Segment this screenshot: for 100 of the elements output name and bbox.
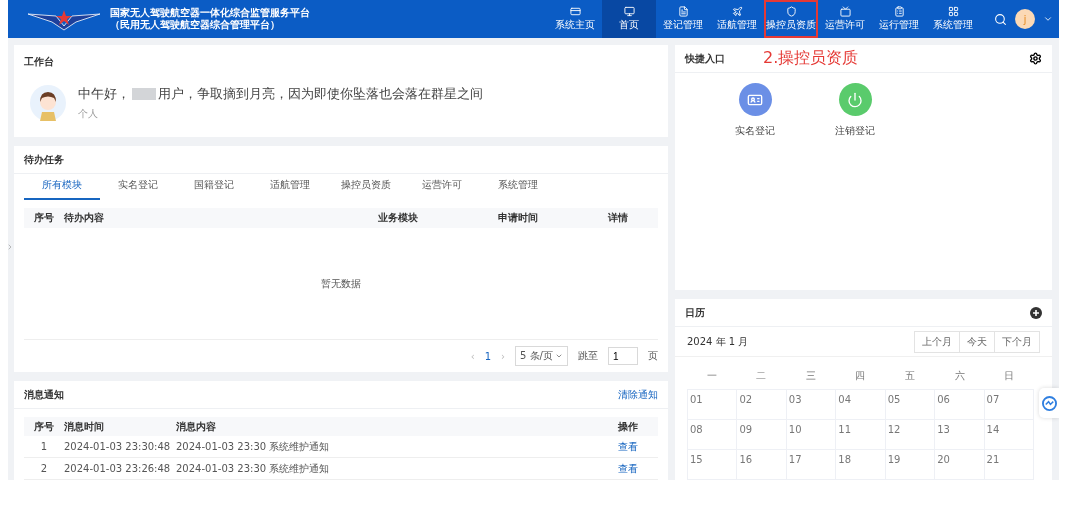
nav-icon <box>677 6 689 17</box>
calendar-day[interactable]: 04 <box>836 390 886 420</box>
redacted-name <box>132 88 156 100</box>
card-title: 日历 <box>685 305 705 320</box>
module-tab[interactable]: 所有模块 <box>24 174 100 200</box>
column-header: 序号 <box>33 419 55 434</box>
assistant-icon <box>1041 395 1057 411</box>
table-cell-text: 2024-01-03 23:26:48 <box>64 463 172 475</box>
shortcut-label[interactable]: 注销登记 <box>835 124 875 138</box>
column-header: 详情 <box>607 211 629 225</box>
calendar-day[interactable]: 15 <box>688 450 738 480</box>
nav-item[interactable]: 系统主页 <box>548 0 602 38</box>
empty-message: 暂无数据 <box>321 276 361 291</box>
view-link[interactable]: 查看 <box>618 440 638 452</box>
avatar-figure <box>30 85 66 121</box>
search-icon[interactable] <box>994 12 1007 26</box>
calendar-day[interactable]: 18 <box>836 450 886 480</box>
column-header: 操作 <box>617 419 639 434</box>
shortcut-icon[interactable] <box>738 83 772 116</box>
caret-icon[interactable] <box>1043 14 1053 24</box>
calendar-day[interactable]: 16 <box>737 450 787 480</box>
calendar-day[interactable]: 17 <box>786 450 837 480</box>
nav-icon <box>947 6 959 17</box>
calendar-day[interactable]: 03 <box>786 390 837 420</box>
weekday-label: 四 <box>854 369 867 383</box>
month-button[interactable]: 下个月 <box>994 330 1040 353</box>
view-link[interactable]: 查看 <box>618 462 638 474</box>
module-tab[interactable]: 操控员资质 <box>328 174 404 200</box>
module-tab[interactable]: 系统管理 <box>480 174 556 200</box>
nav-icon <box>785 6 797 17</box>
nav-icon <box>893 6 905 17</box>
nav-icon <box>731 6 743 17</box>
module-tab[interactable]: 适航管理 <box>252 174 328 200</box>
assistant-button[interactable] <box>1039 388 1059 418</box>
jump-label: 跳至 <box>578 349 598 363</box>
table-cell-text: 2 <box>39 463 49 475</box>
nav-item[interactable]: 适航管理 <box>710 0 764 38</box>
calendar-day[interactable]: 10 <box>786 420 837 450</box>
shortcut-icon[interactable] <box>838 83 872 116</box>
page-number[interactable]: 1 <box>484 350 492 362</box>
page-unit: 页 <box>648 349 658 363</box>
nav-item[interactable]: 运行管理 <box>872 0 926 38</box>
column-header: 待办内容 <box>64 211 105 225</box>
nav-item[interactable]: 运营许可 <box>818 0 872 38</box>
calendar-day[interactable]: 14 <box>984 420 1034 450</box>
shortcut-label[interactable]: 实名登记 <box>735 124 775 138</box>
calendar-day[interactable]: 06 <box>935 390 985 420</box>
calendar-day[interactable]: 08 <box>688 420 738 450</box>
settings-icon[interactable] <box>1029 52 1042 65</box>
nav-icon <box>623 6 635 17</box>
column-header: 消息内容 <box>176 419 217 434</box>
column-header: 序号 <box>33 211 55 225</box>
expand-handle-icon[interactable] <box>8 243 14 251</box>
table-cell-text: 2024-01-03 23:30 系统维护通知 <box>176 461 331 476</box>
annotation-text: 2.操控员资质 <box>763 48 859 69</box>
page-size-select[interactable]: 5 条/页 <box>515 346 568 366</box>
weekday-label: 六 <box>953 369 966 383</box>
calendar-day[interactable]: 07 <box>984 390 1034 420</box>
jump-input[interactable]: 1 <box>608 347 638 365</box>
month-label: 2024 年 1 月 <box>687 334 749 349</box>
module-tab[interactable]: 运营许可 <box>404 174 480 200</box>
table-cell-text: 1 <box>39 441 49 453</box>
calendar-day[interactable]: 13 <box>935 420 985 450</box>
caret-icon <box>555 352 563 360</box>
calendar-day[interactable]: 05 <box>885 390 936 420</box>
calendar-day[interactable]: 20 <box>935 450 985 480</box>
table-cell-text: 2024-01-03 23:30:48 <box>64 441 172 453</box>
calendar-day[interactable]: 11 <box>836 420 886 450</box>
weekday-label: 一 <box>705 369 718 383</box>
month-button[interactable]: 上个月 <box>914 330 960 353</box>
module-tab[interactable]: 国籍登记 <box>176 174 252 200</box>
calendar-day[interactable]: 21 <box>984 450 1034 480</box>
calendar-day[interactable]: 09 <box>737 420 787 450</box>
add-icon[interactable] <box>1030 306 1042 319</box>
module-tab[interactable]: 实名登记 <box>100 174 176 200</box>
nav-icon <box>569 6 581 17</box>
nav-icon <box>839 6 851 17</box>
platform-title: 国家无人驾驶航空器一体化综合监管服务平台 <box>110 7 310 19</box>
column-header: 申请时间 <box>497 211 539 225</box>
weekday-label: 日 <box>1003 369 1016 383</box>
clear-link[interactable]: 清除通知 <box>618 387 658 402</box>
platform-subtitle: （民用无人驾驶航空器综合管理平台） <box>110 19 281 31</box>
calendar-day[interactable]: 19 <box>885 450 936 480</box>
card-title: 待办任务 <box>24 152 64 167</box>
column-header: 消息时间 <box>64 419 105 434</box>
role-label: 个人 <box>78 107 99 121</box>
calendar-day[interactable]: 02 <box>737 390 787 420</box>
nav-item[interactable]: 首页 <box>602 0 656 38</box>
weekday-label: 三 <box>804 369 817 383</box>
table-cell-text: 2024-01-03 23:30 系统维护通知 <box>176 439 331 454</box>
nav-item[interactable]: 登记管理 <box>656 0 710 38</box>
calendar-day[interactable]: 12 <box>885 420 936 450</box>
calendar-day[interactable]: 01 <box>688 390 738 420</box>
column-header: 业务模块 <box>377 211 419 225</box>
nav-item[interactable]: 操控员资质 <box>764 0 818 38</box>
nav-item[interactable]: 系统管理 <box>926 0 980 38</box>
month-button[interactable]: 今天 <box>959 330 995 353</box>
card-title: 快捷入口 <box>685 51 725 66</box>
weekday-label: 五 <box>904 369 917 383</box>
card-title: 消息通知 <box>24 387 64 402</box>
